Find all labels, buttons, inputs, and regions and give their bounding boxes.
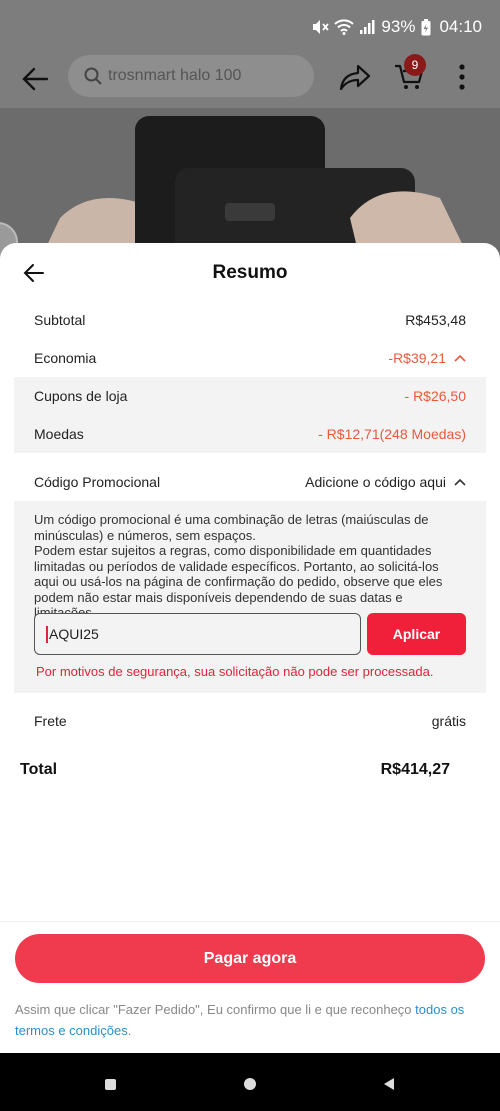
moedas-row: Moedas - R$12,71(248 Moedas): [14, 415, 486, 453]
economia-row[interactable]: Economia -R$39,21: [14, 339, 486, 377]
clock: 04:10: [439, 17, 482, 36]
background-page: 93% 04:10 trosnmart halo 100 9: [0, 0, 500, 282]
text-cursor: [46, 625, 48, 643]
promo-label: Código Promocional: [34, 474, 161, 490]
frete-label: Frete: [34, 713, 67, 729]
search-icon: [84, 67, 102, 85]
frete-row: Frete grátis: [14, 702, 486, 740]
sheet-header: Resumo: [0, 243, 500, 301]
promo-code-row[interactable]: Código Promocional Adicione o código aqu…: [14, 463, 486, 501]
frete-value: grátis: [431, 713, 466, 729]
chevron-up-icon[interactable]: [454, 354, 466, 362]
total-row: Total R$414,27: [20, 761, 450, 779]
legal-notice: Assim que clicar "Fazer Pedido", Eu conf…: [15, 999, 475, 1041]
economia-label: Economia: [34, 350, 97, 366]
subtotal-label: Subtotal: [34, 312, 86, 328]
pay-now-button[interactable]: Pagar agora: [15, 934, 485, 983]
total-value: R$414,27: [380, 761, 450, 778]
search-text: trosnmart halo 100: [108, 67, 242, 84]
promo-code-value: AQUI25: [49, 626, 99, 642]
chevron-up-icon[interactable]: [454, 478, 466, 486]
share-icon[interactable]: [338, 62, 372, 92]
navigation-bar: [0, 1053, 500, 1111]
apply-button[interactable]: Aplicar: [367, 613, 466, 655]
sheet-title: Resumo: [212, 262, 288, 283]
recent-apps-icon[interactable]: [105, 1079, 116, 1090]
summary-sheet: Resumo Subtotal R$453,48 Economia -R$39,…: [0, 243, 500, 1053]
mute-icon: [313, 20, 330, 34]
more-options-icon[interactable]: [452, 62, 472, 92]
legal-end: .: [127, 1023, 132, 1038]
total-label: Total: [20, 761, 58, 778]
promo-error-message: Por motivos de segurança, sua solicitaçã…: [36, 664, 434, 679]
cupons-value: - R$26,50: [404, 388, 466, 404]
wifi-icon: [334, 19, 355, 35]
cart-count-badge: 9: [404, 54, 426, 76]
promo-description-line: Podem estar sujeitos a regras, como disp…: [34, 543, 443, 620]
battery-percentage: 93%: [381, 17, 416, 36]
promo-code-panel: Um código promocional é uma combinação d…: [14, 501, 486, 693]
divider: [0, 921, 500, 922]
economia-value: -R$39,21: [388, 350, 446, 366]
signal-icon: [360, 20, 375, 34]
back-nav-icon[interactable]: [384, 1078, 394, 1090]
top-bar: trosnmart halo 100 9: [0, 52, 500, 108]
home-icon[interactable]: [244, 1078, 256, 1090]
moedas-value: - R$12,71(248 Moedas): [318, 426, 466, 442]
cupons-row: Cupons de loja - R$26,50: [14, 377, 486, 415]
subtotal-row: Subtotal R$453,48: [14, 301, 486, 339]
cupons-label: Cupons de loja: [34, 388, 128, 404]
legal-text: Assim que clicar "Fazer Pedido", Eu conf…: [15, 1002, 416, 1017]
battery-charging-icon: [421, 18, 431, 35]
back-arrow-icon[interactable]: [20, 64, 50, 94]
product-image: [0, 108, 500, 260]
subtotal-value: R$453,48: [405, 312, 466, 328]
status-bar: 93% 04:10: [0, 0, 500, 52]
promo-code-input[interactable]: AQUI25: [34, 613, 361, 655]
search-input[interactable]: trosnmart halo 100: [68, 55, 314, 97]
promo-description: Um código promocional é uma combinação d…: [34, 512, 454, 621]
promo-add-code-link[interactable]: Adicione o código aqui: [305, 474, 446, 490]
moedas-label: Moedas: [34, 426, 84, 442]
promo-description-line: Um código promocional é uma combinação d…: [34, 512, 429, 543]
